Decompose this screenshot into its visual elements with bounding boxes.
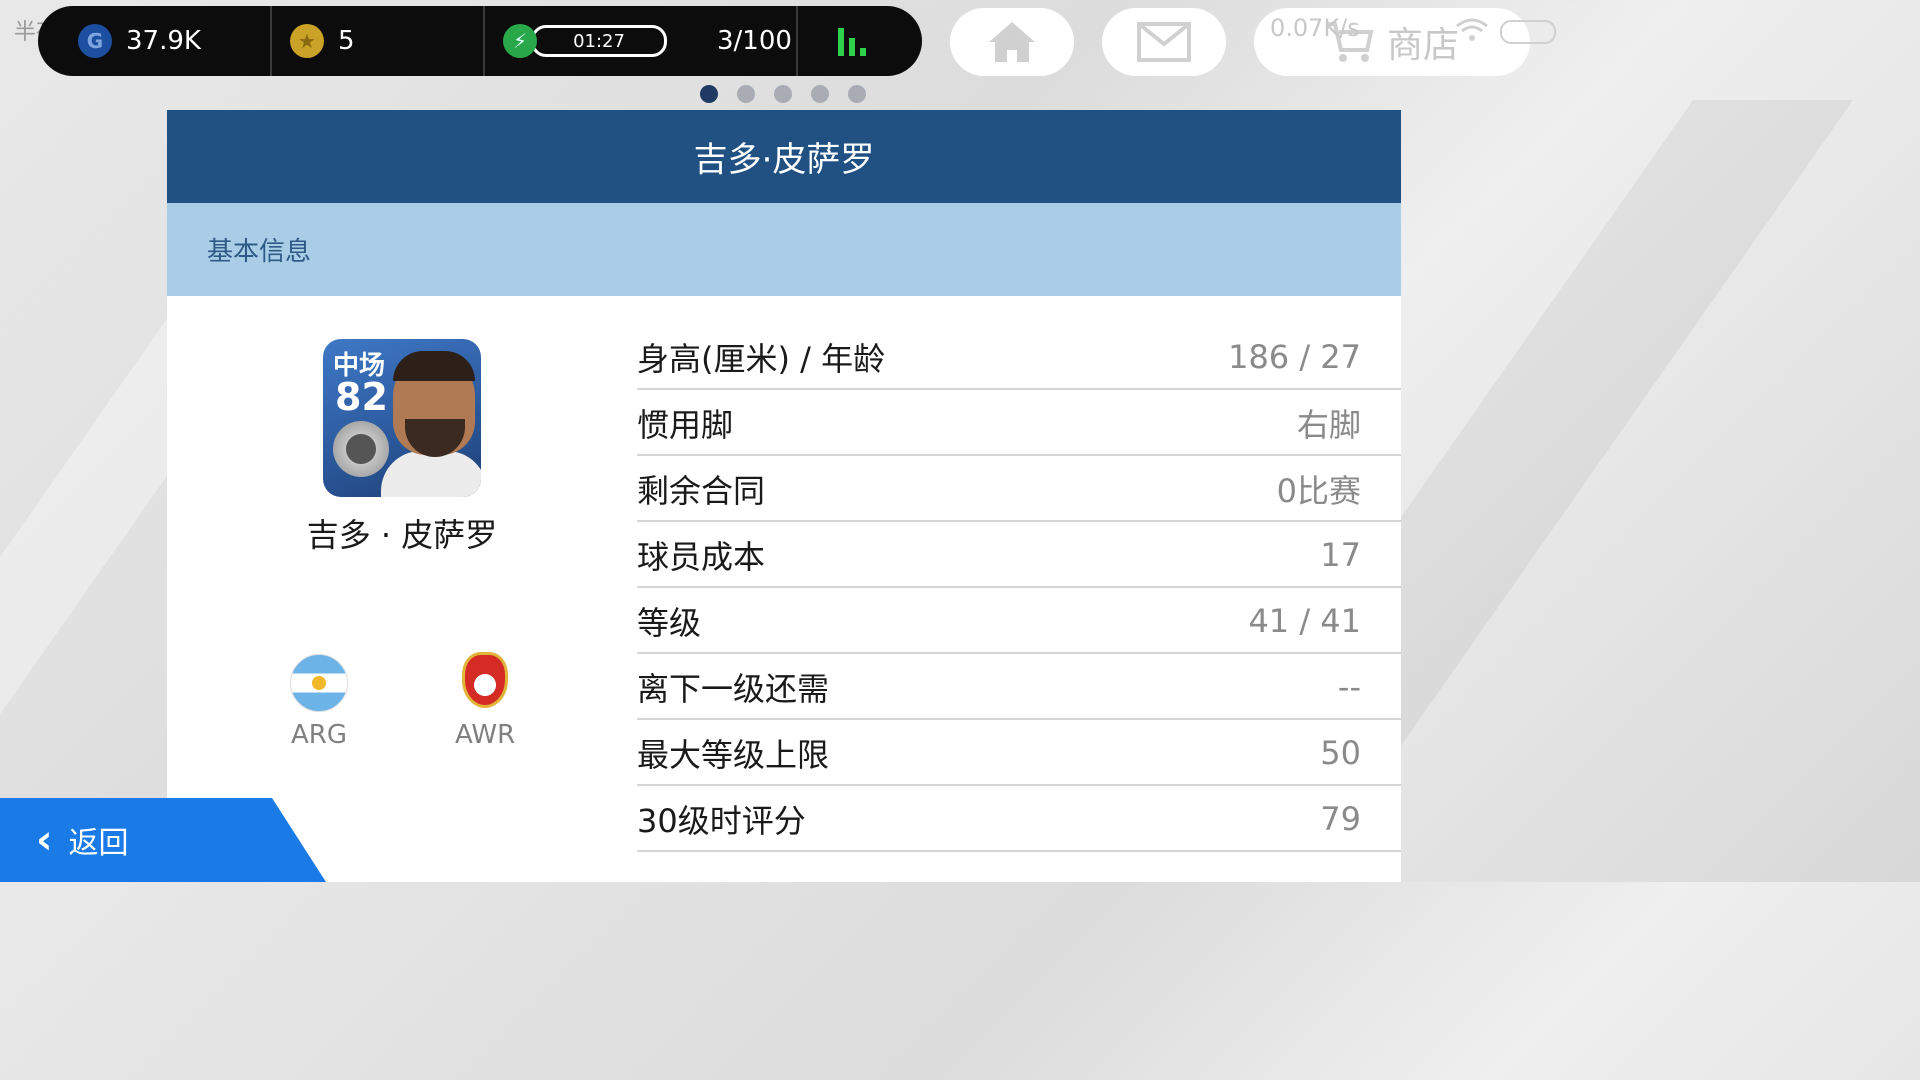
home-button[interactable] — [950, 8, 1074, 76]
gp-icon: G — [78, 24, 112, 58]
currency-bar: G 37.9K ★ 5 ⚡ 01:27 3/100 — [38, 6, 922, 76]
section-title: 基本信息 — [167, 203, 1401, 296]
stat-row: 剩余合同 0比赛 — [637, 458, 1401, 522]
coin-icon: ★ — [290, 24, 324, 58]
stats-list: 身高(厘米) / 年龄 186 / 27 惯用脚 右脚 剩余合同 0比赛 球员成… — [637, 326, 1401, 854]
stat-value: 右脚 — [1296, 406, 1361, 444]
page-dot[interactable] — [848, 85, 866, 103]
nationality-code: ARG — [291, 720, 347, 750]
card-title: 吉多·皮萨罗 — [167, 110, 1401, 203]
energy-timer: 01:27 — [531, 25, 667, 57]
club-crest-icon — [462, 652, 508, 708]
stat-value: 186 / 27 — [1228, 338, 1361, 376]
nationality-flag-icon — [290, 654, 348, 712]
stat-label: 最大等级上限 — [637, 736, 830, 774]
stat-label: 惯用脚 — [637, 406, 734, 444]
player-hair — [393, 351, 475, 381]
player-card-thumbnail[interactable]: 中场 82 — [323, 339, 481, 497]
page-indicator — [700, 85, 866, 103]
stat-label: 30级时评分 — [637, 802, 806, 840]
page-dot[interactable] — [774, 85, 792, 103]
signal-bars-icon — [838, 26, 866, 56]
stat-row: 最大等级上限 50 — [637, 722, 1401, 786]
coin-value: 5 — [338, 26, 355, 56]
network-speed: 0.07K/s — [1270, 14, 1360, 42]
stat-value: 79 — [1320, 800, 1361, 838]
stat-row: 惯用脚 右脚 — [637, 392, 1401, 456]
stat-row: 身高(厘米) / 年龄 186 / 27 — [637, 326, 1401, 390]
mail-icon — [1137, 22, 1191, 62]
page-dot[interactable] — [700, 85, 718, 103]
gp-display[interactable]: G 37.9K — [38, 6, 272, 76]
connection-status[interactable] — [798, 6, 918, 76]
stat-row: 离下一级还需 -- — [637, 656, 1401, 720]
mail-button[interactable] — [1102, 8, 1226, 76]
player-rating: 82 — [335, 375, 388, 419]
stat-value: -- — [1337, 668, 1361, 706]
stat-value: 50 — [1320, 734, 1361, 772]
wifi-icon — [1456, 18, 1488, 41]
chevron-left-icon: ‹ — [36, 817, 53, 863]
stat-row: 等级 41 / 41 — [637, 590, 1401, 654]
gp-value: 37.9K — [126, 26, 201, 56]
stat-row: 球员成本 17 — [637, 524, 1401, 588]
player-shirt — [381, 451, 481, 497]
shop-label: 商店 — [1386, 25, 1459, 66]
home-icon — [989, 22, 1035, 62]
stat-label: 剩余合同 — [637, 472, 766, 510]
battery-icon — [1500, 20, 1556, 44]
page-dot[interactable] — [737, 85, 755, 103]
player-info-card: 吉多·皮萨罗 基本信息 中场 82 吉多 · 皮萨罗 ARG AWR 身高(厘米… — [167, 110, 1401, 882]
coin-display[interactable]: ★ 5 — [272, 6, 485, 76]
page-dot[interactable] — [811, 85, 829, 103]
stat-value: 17 — [1320, 536, 1361, 574]
stat-value: 41 / 41 — [1248, 602, 1361, 640]
back-label: 返回 — [68, 826, 129, 861]
stat-label: 离下一级还需 — [637, 670, 830, 708]
energy-bolt-icon: ⚡ — [503, 24, 537, 58]
energy-display[interactable]: ⚡ 01:27 3/100 — [485, 6, 798, 76]
player-name: 吉多 · 皮萨罗 — [306, 516, 498, 554]
stat-value: 0比赛 — [1276, 472, 1361, 510]
back-button[interactable]: ‹ 返回 — [0, 798, 326, 882]
card-type-badge-icon — [333, 421, 389, 477]
club-code: AWR — [455, 720, 516, 750]
stat-row: 30级时评分 79 — [637, 788, 1401, 852]
stat-label: 等级 — [637, 604, 702, 642]
stamina-count: 3/100 — [717, 26, 792, 56]
stat-label: 球员成本 — [637, 538, 766, 576]
stat-label: 身高(厘米) / 年龄 — [637, 340, 886, 378]
